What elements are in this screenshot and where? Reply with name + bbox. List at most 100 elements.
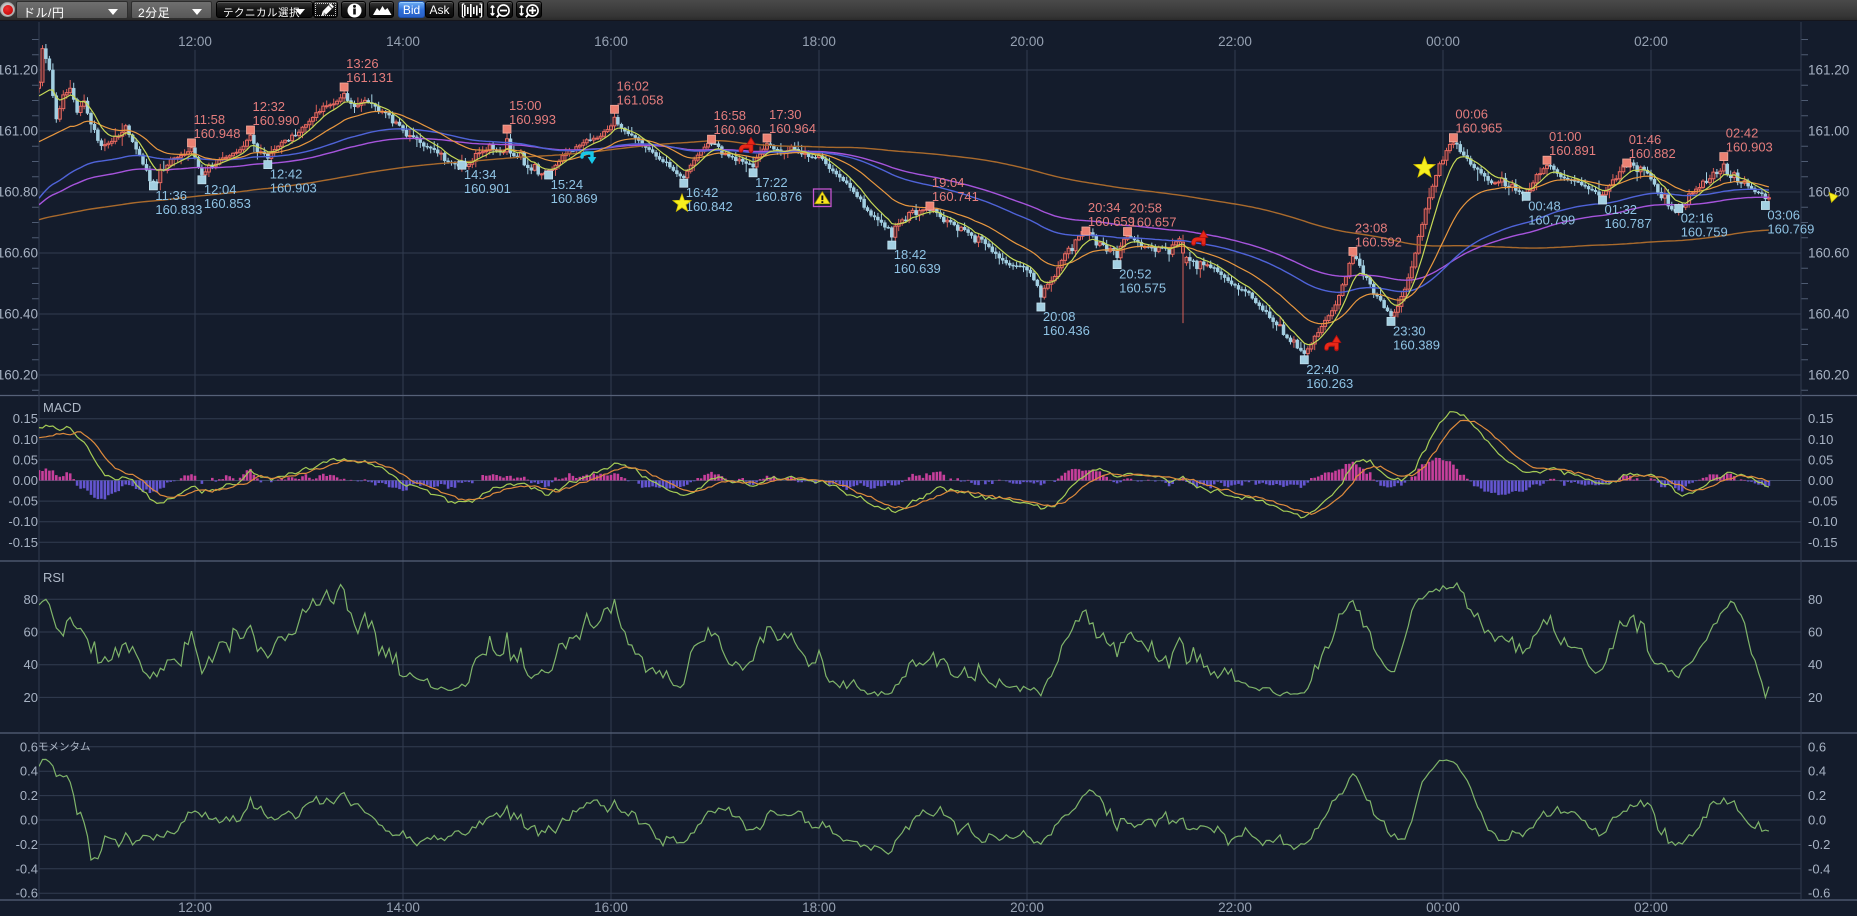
svg-text:16:58: 16:58 bbox=[714, 108, 747, 123]
svg-text:160.901: 160.901 bbox=[464, 181, 511, 196]
svg-text:161.00: 161.00 bbox=[0, 124, 38, 139]
svg-text:0.6: 0.6 bbox=[1808, 739, 1826, 754]
svg-text:-0.15: -0.15 bbox=[8, 535, 38, 550]
svg-text:161.131: 161.131 bbox=[346, 70, 393, 85]
svg-text:16:00: 16:00 bbox=[594, 900, 628, 915]
svg-text:160.903: 160.903 bbox=[270, 181, 317, 196]
svg-text:160.833: 160.833 bbox=[155, 202, 202, 217]
svg-text:20: 20 bbox=[24, 690, 38, 705]
svg-text:160.657: 160.657 bbox=[1130, 215, 1177, 230]
svg-text:モメンタム: モメンタム bbox=[38, 741, 91, 753]
svg-text:01:00: 01:00 bbox=[1549, 129, 1582, 144]
svg-text:-0.4: -0.4 bbox=[16, 861, 38, 876]
svg-text:160.639: 160.639 bbox=[894, 261, 941, 276]
svg-text:23:08: 23:08 bbox=[1355, 220, 1388, 235]
svg-text:160.891: 160.891 bbox=[1549, 143, 1596, 158]
svg-text:160.60: 160.60 bbox=[0, 246, 38, 261]
svg-text:160.787: 160.787 bbox=[1605, 216, 1652, 231]
svg-text:0.00: 0.00 bbox=[13, 473, 38, 488]
svg-text:20:00: 20:00 bbox=[1010, 34, 1044, 49]
svg-text:160.769: 160.769 bbox=[1767, 222, 1814, 237]
svg-text:18:00: 18:00 bbox=[802, 900, 836, 915]
svg-text:11:58: 11:58 bbox=[194, 112, 226, 127]
svg-text:20:08: 20:08 bbox=[1043, 309, 1076, 324]
svg-text:14:00: 14:00 bbox=[386, 900, 420, 915]
svg-text:15:24: 15:24 bbox=[551, 177, 584, 192]
svg-text:14:34: 14:34 bbox=[464, 167, 497, 182]
svg-text:00:00: 00:00 bbox=[1426, 34, 1460, 49]
svg-text:-0.05: -0.05 bbox=[1808, 494, 1838, 509]
svg-text:13:26: 13:26 bbox=[346, 56, 379, 71]
svg-text:-0.2: -0.2 bbox=[16, 837, 38, 852]
svg-text:160.659: 160.659 bbox=[1088, 214, 1135, 229]
svg-text:160.40: 160.40 bbox=[0, 307, 38, 322]
svg-text:16:00: 16:00 bbox=[594, 34, 628, 49]
svg-text:160.960: 160.960 bbox=[714, 122, 761, 137]
svg-text:12:32: 12:32 bbox=[253, 99, 286, 114]
svg-text:0.00: 0.00 bbox=[1808, 473, 1833, 488]
svg-text:160.436: 160.436 bbox=[1043, 323, 1090, 338]
svg-text:161.058: 161.058 bbox=[617, 92, 664, 107]
svg-text:160.741: 160.741 bbox=[932, 189, 979, 204]
svg-text:20: 20 bbox=[1808, 690, 1822, 705]
svg-text:15:00: 15:00 bbox=[509, 98, 542, 113]
svg-text:17:22: 17:22 bbox=[755, 175, 788, 190]
svg-text:60: 60 bbox=[24, 625, 38, 640]
svg-text:12:04: 12:04 bbox=[204, 182, 237, 197]
svg-text:160.759: 160.759 bbox=[1681, 225, 1728, 240]
svg-text:160.853: 160.853 bbox=[204, 196, 251, 211]
svg-text:0.6: 0.6 bbox=[20, 739, 38, 754]
svg-text:0.05: 0.05 bbox=[13, 452, 38, 467]
svg-text:14:00: 14:00 bbox=[386, 34, 420, 49]
svg-text:0.15: 0.15 bbox=[1808, 411, 1833, 426]
svg-text:80: 80 bbox=[1808, 592, 1822, 607]
svg-text:12:42: 12:42 bbox=[270, 167, 303, 182]
svg-text:160.263: 160.263 bbox=[1306, 376, 1353, 391]
svg-text:-0.05: -0.05 bbox=[8, 494, 38, 509]
svg-text:02:16: 02:16 bbox=[1681, 211, 1714, 226]
svg-text:11:36: 11:36 bbox=[155, 188, 187, 203]
svg-text:17:30: 17:30 bbox=[769, 107, 802, 122]
svg-text:160.882: 160.882 bbox=[1629, 146, 1676, 161]
svg-text:160.993: 160.993 bbox=[509, 112, 556, 127]
svg-text:22:00: 22:00 bbox=[1218, 34, 1252, 49]
svg-text:03:06: 03:06 bbox=[1767, 208, 1800, 223]
svg-text:161.00: 161.00 bbox=[1808, 124, 1849, 139]
svg-text:60: 60 bbox=[1808, 625, 1822, 640]
svg-text:-0.15: -0.15 bbox=[1808, 535, 1838, 550]
svg-text:160.80: 160.80 bbox=[0, 185, 38, 200]
svg-text:18:00: 18:00 bbox=[802, 34, 836, 49]
svg-text:160.869: 160.869 bbox=[551, 191, 598, 206]
svg-text:01:46: 01:46 bbox=[1629, 132, 1662, 147]
svg-text:160.964: 160.964 bbox=[769, 121, 816, 136]
svg-text:12:00: 12:00 bbox=[178, 34, 212, 49]
svg-text:00:06: 00:06 bbox=[1455, 107, 1488, 122]
svg-text:0.15: 0.15 bbox=[13, 411, 38, 426]
svg-text:160.60: 160.60 bbox=[1808, 246, 1849, 261]
svg-text:80: 80 bbox=[24, 592, 38, 607]
svg-text:40: 40 bbox=[1808, 657, 1822, 672]
svg-text:40: 40 bbox=[24, 657, 38, 672]
svg-text:0.10: 0.10 bbox=[13, 432, 38, 447]
svg-text:160.948: 160.948 bbox=[194, 126, 241, 141]
svg-text:160.389: 160.389 bbox=[1393, 337, 1440, 352]
svg-text:0.4: 0.4 bbox=[1808, 764, 1826, 779]
svg-text:0.10: 0.10 bbox=[1808, 432, 1833, 447]
svg-text:161.20: 161.20 bbox=[1808, 63, 1849, 78]
svg-text:0.4: 0.4 bbox=[20, 764, 38, 779]
svg-text:00:48: 00:48 bbox=[1528, 198, 1561, 213]
svg-text:22:00: 22:00 bbox=[1218, 900, 1252, 915]
svg-text:16:02: 16:02 bbox=[617, 78, 650, 93]
svg-text:160.799: 160.799 bbox=[1528, 212, 1575, 227]
svg-text:00:00: 00:00 bbox=[1426, 900, 1460, 915]
svg-text:0.2: 0.2 bbox=[20, 788, 38, 803]
svg-text:160.592: 160.592 bbox=[1355, 234, 1402, 249]
svg-text:16:42: 16:42 bbox=[686, 185, 719, 200]
svg-text:02:00: 02:00 bbox=[1634, 34, 1668, 49]
svg-text:20:00: 20:00 bbox=[1010, 900, 1044, 915]
svg-text:23:30: 23:30 bbox=[1393, 323, 1426, 338]
svg-text:0.2: 0.2 bbox=[1808, 788, 1826, 803]
svg-text:160.965: 160.965 bbox=[1455, 121, 1502, 136]
svg-text:0.0: 0.0 bbox=[1808, 813, 1826, 828]
svg-text:20:34: 20:34 bbox=[1088, 200, 1121, 215]
